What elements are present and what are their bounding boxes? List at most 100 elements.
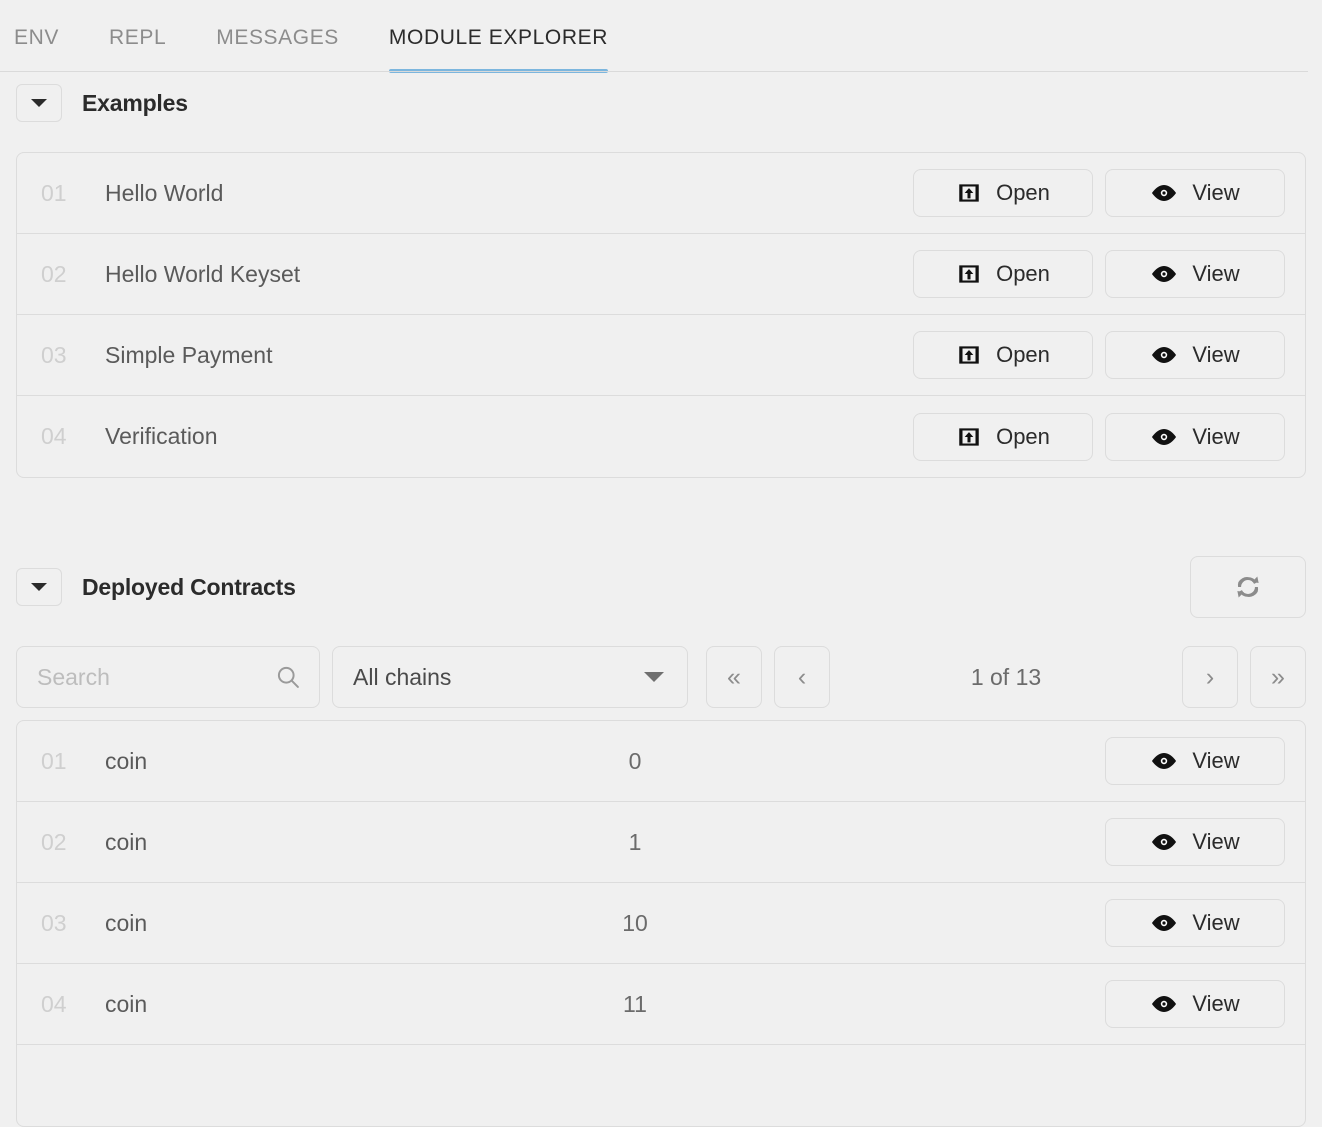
open-external-icon bbox=[956, 261, 982, 287]
eye-icon bbox=[1150, 833, 1178, 851]
row-actions: Open View bbox=[913, 413, 1285, 461]
view-button-label: View bbox=[1192, 180, 1239, 206]
view-button[interactable]: View bbox=[1105, 899, 1285, 947]
eye-icon bbox=[1150, 184, 1178, 202]
examples-list: 01 Hello World Open View 02 Hello World … bbox=[16, 152, 1306, 478]
open-button-label: Open bbox=[996, 424, 1050, 450]
row-index: 04 bbox=[17, 991, 105, 1018]
chain-filter-select[interactable]: All chains bbox=[332, 646, 688, 708]
contracts-toolbar: All chains « ‹ 1 of 13 › » bbox=[16, 646, 1306, 708]
contracts-list: 01 coin 0 View 02 coin 1 View 03 coi bbox=[16, 720, 1306, 1127]
contracts-collapse-toggle[interactable] bbox=[16, 568, 62, 606]
search-input[interactable] bbox=[16, 646, 320, 708]
tab-module-explorer[interactable]: MODULE EXPLORER bbox=[389, 0, 608, 72]
view-button-label: View bbox=[1192, 424, 1239, 450]
caret-down-icon bbox=[643, 670, 665, 684]
row-index: 04 bbox=[17, 423, 105, 450]
view-button-label: View bbox=[1192, 748, 1239, 774]
row-name: coin bbox=[105, 829, 575, 856]
eye-icon bbox=[1150, 428, 1178, 446]
eye-icon bbox=[1150, 265, 1178, 283]
last-page-button[interactable]: » bbox=[1250, 646, 1306, 708]
open-external-icon bbox=[956, 424, 982, 450]
refresh-icon bbox=[1231, 570, 1265, 604]
row-name: Verification bbox=[105, 423, 913, 450]
row-index: 02 bbox=[17, 829, 105, 856]
open-button[interactable]: Open bbox=[913, 250, 1093, 298]
row-index: 03 bbox=[17, 342, 105, 369]
prev-page-button[interactable]: ‹ bbox=[774, 646, 830, 708]
examples-section-title: Examples bbox=[82, 90, 188, 117]
row-actions: View bbox=[1105, 737, 1285, 785]
chevron-down-icon bbox=[30, 581, 48, 593]
open-button-label: Open bbox=[996, 261, 1050, 287]
first-page-button[interactable]: « bbox=[706, 646, 762, 708]
row-index: 01 bbox=[17, 748, 105, 775]
refresh-button[interactable] bbox=[1190, 556, 1306, 618]
open-button[interactable]: Open bbox=[913, 169, 1093, 217]
open-button-label: Open bbox=[996, 180, 1050, 206]
open-button[interactable]: Open bbox=[913, 331, 1093, 379]
row-actions: Open View bbox=[913, 331, 1285, 379]
tab-bar: ENV REPL MESSAGES MODULE EXPLORER bbox=[0, 0, 1322, 72]
tab-env[interactable]: ENV bbox=[14, 0, 59, 72]
table-row[interactable]: 03 coin 10 View bbox=[17, 883, 1305, 964]
tab-messages[interactable]: MESSAGES bbox=[216, 0, 339, 72]
row-actions: View bbox=[1105, 899, 1285, 947]
view-button[interactable]: View bbox=[1105, 980, 1285, 1028]
eye-icon bbox=[1150, 346, 1178, 364]
view-button-label: View bbox=[1192, 910, 1239, 936]
table-row[interactable]: 01 coin 0 View bbox=[17, 721, 1305, 802]
open-external-icon bbox=[956, 342, 982, 368]
table-row[interactable] bbox=[17, 1045, 1305, 1126]
view-button[interactable]: View bbox=[1105, 169, 1285, 217]
table-row[interactable]: 02 coin 1 View bbox=[17, 802, 1305, 883]
table-row[interactable]: 02 Hello World Keyset Open View bbox=[17, 234, 1305, 315]
contracts-section-header: Deployed Contracts bbox=[0, 556, 1322, 618]
open-external-icon bbox=[956, 180, 982, 206]
eye-icon bbox=[1150, 752, 1178, 770]
view-button[interactable]: View bbox=[1105, 331, 1285, 379]
chevron-down-icon bbox=[30, 97, 48, 109]
table-row[interactable]: 03 Simple Payment Open View bbox=[17, 315, 1305, 396]
row-name: Hello World Keyset bbox=[105, 261, 913, 288]
row-actions: Open View bbox=[913, 250, 1285, 298]
row-name: Simple Payment bbox=[105, 342, 913, 369]
view-button[interactable]: View bbox=[1105, 413, 1285, 461]
row-index: 03 bbox=[17, 910, 105, 937]
row-chain: 1 bbox=[575, 829, 695, 856]
view-button-label: View bbox=[1192, 261, 1239, 287]
open-button-label: Open bbox=[996, 342, 1050, 368]
table-row[interactable]: 04 Verification Open View bbox=[17, 396, 1305, 477]
open-button[interactable]: Open bbox=[913, 413, 1093, 461]
row-chain: 11 bbox=[575, 991, 695, 1018]
eye-icon bbox=[1150, 914, 1178, 932]
examples-collapse-toggle[interactable] bbox=[16, 84, 62, 122]
view-button[interactable]: View bbox=[1105, 250, 1285, 298]
table-row[interactable]: 01 Hello World Open View bbox=[17, 153, 1305, 234]
examples-section-header: Examples bbox=[0, 84, 1322, 122]
row-name: coin bbox=[105, 910, 575, 937]
row-index: 02 bbox=[17, 261, 105, 288]
row-chain: 10 bbox=[575, 910, 695, 937]
row-name: Hello World bbox=[105, 180, 913, 207]
view-button[interactable]: View bbox=[1105, 818, 1285, 866]
row-chain: 0 bbox=[575, 748, 695, 775]
view-button-label: View bbox=[1192, 829, 1239, 855]
view-button-label: View bbox=[1192, 991, 1239, 1017]
view-button-label: View bbox=[1192, 342, 1239, 368]
next-page-button[interactable]: › bbox=[1182, 646, 1238, 708]
tab-repl[interactable]: REPL bbox=[109, 0, 166, 72]
search-field-wrapper bbox=[16, 646, 320, 708]
row-actions: View bbox=[1105, 980, 1285, 1028]
row-index: 01 bbox=[17, 180, 105, 207]
table-row[interactable]: 04 coin 11 View bbox=[17, 964, 1305, 1045]
page-status: 1 of 13 bbox=[842, 664, 1170, 691]
view-button[interactable]: View bbox=[1105, 737, 1285, 785]
eye-icon bbox=[1150, 995, 1178, 1013]
row-actions: Open View bbox=[913, 169, 1285, 217]
row-actions: View bbox=[1105, 818, 1285, 866]
row-name: coin bbox=[105, 748, 575, 775]
contracts-section-title: Deployed Contracts bbox=[82, 574, 296, 601]
row-name: coin bbox=[105, 991, 575, 1018]
